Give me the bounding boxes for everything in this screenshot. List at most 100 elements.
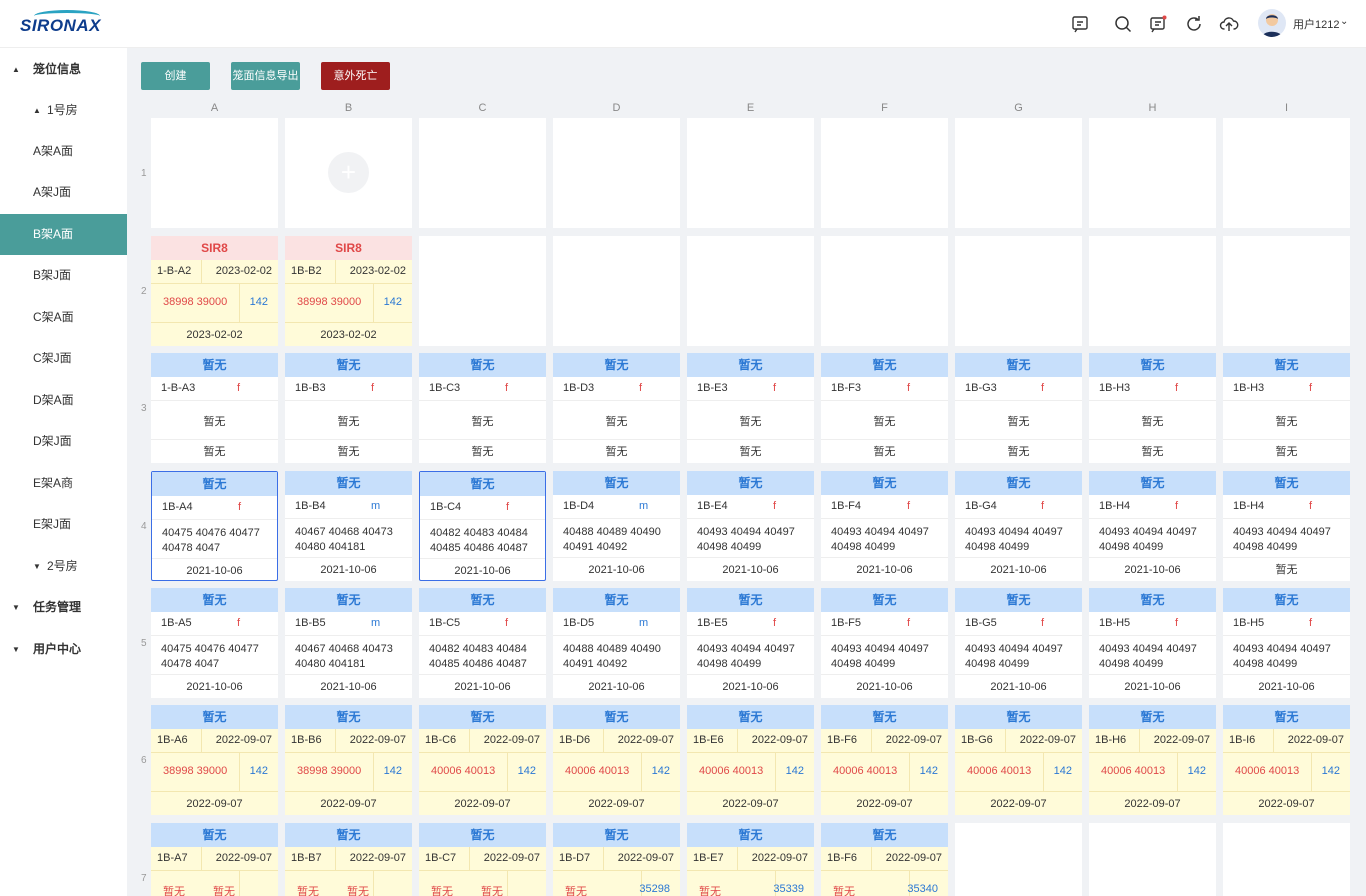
cage-cell[interactable]: 暂无 1B-A6 2022-09-07 38998 39000 142 2022-09-0… [151,705,278,815]
cage-cell[interactable]: 暂无 1B-H4 f 40493 40494 40497 40498 40499 暂无 [1223,471,1350,581]
cage-cell[interactable]: 暂无 1B-H4 f 40493 40494 40497 40498 40499 202… [1089,471,1216,581]
cage-cell[interactable] [955,118,1082,228]
cage-cell[interactable]: 暂无 1B-D4 m 40488 40489 40490 40491 40492 202… [553,471,680,581]
cage-cell[interactable] [687,236,814,346]
cage-cell[interactable] [1089,118,1216,228]
divider [201,847,202,871]
caret-down-icon: ▼ [33,562,41,571]
cage-cell[interactable]: 暂无 1B-A7 2022-09-07 暂无 暂无 [151,823,278,896]
sidebar-item[interactable]: E架J面 [0,504,127,545]
sidebar-item[interactable]: D架A面 [0,380,127,421]
cage-cell[interactable]: 暂无 1B-H5 f 40493 40494 40497 40498 40499 202… [1089,588,1216,698]
sidebar-item[interactable]: ▲ 1号房 [0,90,127,131]
create-button[interactable]: 创建 [141,62,210,90]
sidebar-item[interactable]: B架A面 [0,214,127,255]
cage-cell[interactable]: 暂无 1B-D5 m 40488 40489 40490 40491 40492 202… [553,588,680,698]
cage-cell[interactable]: 暂无 1B-H6 2022-09-07 40006 40013 142 2022-09-0… [1089,705,1216,815]
sidebar-item[interactable]: ▼ 2号房 [0,546,127,587]
sidebar-item[interactable]: E架A商 [0,463,127,504]
search-icon[interactable] [1113,14,1133,34]
sironax-logo[interactable]: SIRONAX [20,10,102,35]
cage-id-row: 1-B-A2 2023-02-02 [151,260,278,284]
cage-id: 1B-C6 [425,734,457,746]
cage-cell[interactable]: 暂无 1B-E6 2022-09-07 40006 40013 142 2022-09-0… [687,705,814,815]
cage-cell[interactable] [151,118,278,228]
sidebar-item[interactable]: ▼ 任务管理 [0,587,127,628]
cage-cell[interactable] [821,118,948,228]
add-cage-icon[interactable]: + [328,152,369,193]
cage-cell[interactable]: 暂无 1B-B7 2022-09-07 暂无 暂无 [285,823,412,896]
sidebar-item[interactable]: A架A面 [0,131,127,172]
accidental-death-button[interactable]: 意外死亡 [321,62,390,90]
sidebar-item[interactable]: C架A面 [0,297,127,338]
cage-cell[interactable] [1089,823,1216,896]
cage-cell[interactable]: 暂无 1B-H3 f 暂无 暂无 [1223,353,1350,463]
cage-cell[interactable]: + [285,118,412,228]
cage-cell[interactable]: 暂无 1B-C7 2022-09-07 暂无 暂无 [419,823,546,896]
chevron-down-icon[interactable]: ⌄ [1340,16,1348,27]
cage-cell[interactable]: 暂无 1B-A4 f 40475 40476 40477 40478 4047 2021… [151,471,278,581]
cage-cell[interactable]: 暂无 1B-B4 m 40467 40468 40473 40480 404181 20… [285,471,412,581]
cage-cell[interactable]: 暂无 1B-F3 f 暂无 暂无 [821,353,948,463]
cage-cell[interactable]: 暂无 1B-H3 f 暂无 暂无 [1089,353,1216,463]
cage-cell[interactable]: 暂无 1B-G3 f 暂无 暂无 [955,353,1082,463]
cage-cell[interactable]: 暂无 1B-D3 f 暂无 暂无 [553,353,680,463]
cage-cell[interactable]: 暂无 1B-F5 f 40493 40494 40497 40498 40499 202… [821,588,948,698]
cage-cell[interactable] [821,236,948,346]
cage-cell[interactable]: 暂无 1B-A5 f 40475 40476 40477 40478 4047 2021… [151,588,278,698]
cage-cell[interactable]: 暂无 1B-E7 2022-09-07 暂无 35339 [687,823,814,896]
cage-cell[interactable]: 暂无 1-B-A3 f 暂无 暂无 [151,353,278,463]
upload-icon[interactable] [1219,14,1239,34]
cage-cell[interactable] [1089,236,1216,346]
cage-cell[interactable]: SIR8 1B-B2 2023-02-02 38998 39000 142 2023-02… [285,236,412,346]
notification-icon[interactable] [1148,14,1168,34]
cage-cell[interactable]: 暂无 1B-C6 2022-09-07 40006 40013 142 2022-09-0… [419,705,546,815]
cage-cell[interactable]: 暂无 1B-F6 2022-09-07 暂无 35340 [821,823,948,896]
cage-cell[interactable]: 暂无 1B-D7 2022-09-07 暂无 35298 [553,823,680,896]
cage-id-row: 1B-B3 f [285,377,412,401]
cage-cell[interactable]: 暂无 1B-C5 f 40482 40483 40484 40485 40486 40… [419,588,546,698]
cage-cell[interactable]: 暂无 1B-F4 f 40493 40494 40497 40498 40499 202… [821,471,948,581]
cage-footer-date: 2022-09-07 [1089,791,1216,815]
cage-cell[interactable] [1223,236,1350,346]
cage-cell[interactable]: 暂无 1B-G6 2022-09-07 40006 40013 142 2022-09-0… [955,705,1082,815]
cage-cell[interactable] [1223,823,1350,896]
cage-cell[interactable]: 暂无 1B-F6 2022-09-07 40006 40013 142 2022-09-0… [821,705,948,815]
cage-cell[interactable] [687,118,814,228]
cage-cell[interactable]: 暂无 1B-B5 m 40467 40468 40473 40480 404181 20… [285,588,412,698]
sidebar-item[interactable]: C架J面 [0,338,127,379]
cage-cell[interactable]: 暂无 1B-G4 f 40493 40494 40497 40498 40499 202… [955,471,1082,581]
cage-cell[interactable] [553,236,680,346]
username[interactable]: 用户1212 [1293,16,1339,32]
cage-cell[interactable]: SIR8 1-B-A2 2023-02-02 38998 39000 142 2023-0… [151,236,278,346]
cage-id: 1B-C7 [425,852,457,864]
message-icon[interactable] [1070,14,1090,34]
cage-cell[interactable]: 暂无 1B-G5 f 40493 40494 40497 40498 40499 202… [955,588,1082,698]
cage-cell[interactable]: 暂无 1B-B3 f 暂无 暂无 [285,353,412,463]
cage-cell[interactable] [419,118,546,228]
cage-cell[interactable] [955,823,1082,896]
user-avatar[interactable] [1258,9,1286,37]
cage-cell[interactable]: 暂无 1B-E5 f 40493 40494 40497 40498 40499 202… [687,588,814,698]
cage-cell[interactable] [955,236,1082,346]
cage-id: 1B-G3 [965,382,997,394]
cage-cell[interactable] [1223,118,1350,228]
refresh-icon[interactable] [1184,14,1204,34]
sidebar-item[interactable]: ▲ 笼位信息 [0,49,127,90]
sidebar-item[interactable]: B架J面 [0,255,127,296]
animal-ids: 暂无 [873,416,896,428]
cage-cell[interactable]: 暂无 1B-E4 f 40493 40494 40497 40498 40499 202… [687,471,814,581]
sidebar-item[interactable]: D架J面 [0,421,127,462]
cage-cell[interactable]: 暂无 1B-D6 2022-09-07 40006 40013 142 2022-09-0… [553,705,680,815]
sidebar-item[interactable]: ▼ 用户中心 [0,629,127,670]
cage-cell[interactable]: 暂无 1B-C3 f 暂无 暂无 [419,353,546,463]
cage-cell[interactable] [419,236,546,346]
cage-cell[interactable]: 暂无 1B-I6 2022-09-07 40006 40013 142 2022-09-0… [1223,705,1350,815]
cage-cell[interactable]: 暂无 1B-E3 f 暂无 暂无 [687,353,814,463]
cage-cell[interactable]: 暂无 1B-B6 2022-09-07 38998 39000 142 2022-09-0… [285,705,412,815]
cage-cell[interactable]: 暂无 1B-H5 f 40493 40494 40497 40498 40499 202… [1223,588,1350,698]
export-cage-info-button[interactable]: 笼面信息导出 [231,62,300,90]
cage-cell[interactable]: 暂无 1B-C4 f 40482 40483 40484 40485 40486 40… [419,471,546,581]
sidebar-item[interactable]: A架J面 [0,172,127,213]
cage-cell[interactable] [553,118,680,228]
